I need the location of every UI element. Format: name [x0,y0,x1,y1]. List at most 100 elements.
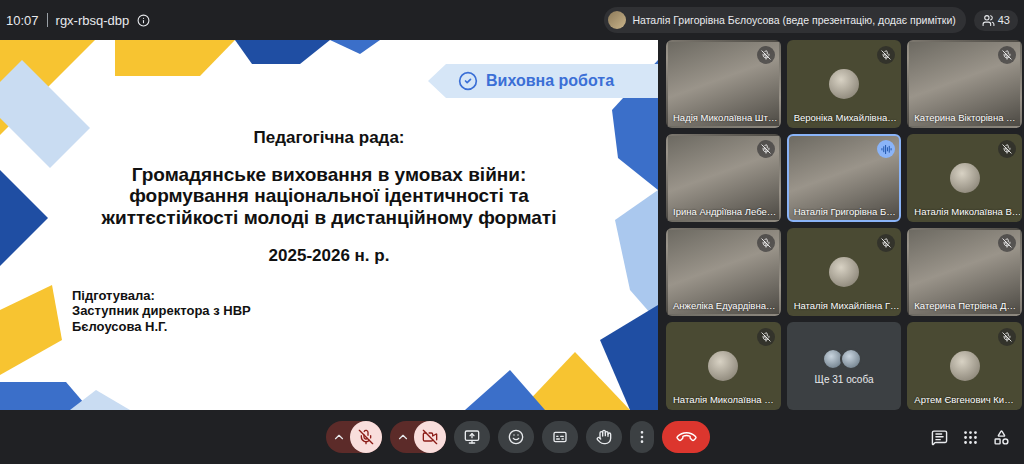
slide-heading: Педагогічна рада: [253,128,404,148]
muted-badge [877,46,895,64]
presentation-slide: Виховна робота Педагогічна рада: Громадянс… [0,40,658,410]
apps-grid-icon[interactable] [962,429,979,446]
participant-name: Наталія Миколаївна … [673,394,776,405]
bottom-bar [0,410,1024,464]
participant-tile[interactable]: Катерина Петрівна Д… [907,228,1022,316]
info-icon[interactable] [137,14,150,27]
participant-avatar [950,163,980,193]
slide-author: Підготувала:Заступник директора з НВРБєл… [0,288,658,335]
meet-window: 10:07 rgx-rbsq-dbp Наталія Григорівна Бєло… [0,0,1024,464]
muted-badge [998,46,1016,64]
mic-off-icon [1002,238,1012,248]
captions-button[interactable] [542,421,578,453]
mic-off-icon [761,238,771,248]
audio-level-icon [881,144,892,155]
participant-tile[interactable]: Ще 31 особа [787,322,902,410]
hang-up-icon [674,425,698,449]
participant-avatar [708,351,738,381]
slide-banner: Виховна робота [428,64,658,98]
side-tools [931,429,1016,446]
activities-icon[interactable] [993,429,1010,446]
muted-badge [877,234,895,252]
presenter-label: Наталія Григорівна Бєлоусова (веде презе… [632,14,955,26]
chat-icon[interactable] [931,429,948,446]
muted-badge [757,46,775,64]
slide-year: 2025-2026 н. р. [269,246,390,266]
participants-button[interactable]: 43 [974,10,1018,31]
mic-off-icon [358,429,374,445]
mic-off-icon [761,332,771,342]
mic-off-icon [1002,50,1012,60]
participant-name: Наталія Григорівна Б… [794,206,897,217]
present-screen-icon [464,429,480,445]
participant-name: Вероніка Михайлівна… [794,112,897,123]
muted-badge [998,140,1016,158]
muted-badge [757,234,775,252]
author-line: Заступник директора з НВР [72,303,658,319]
chevron-up-icon[interactable] [332,430,346,444]
more-button[interactable] [630,421,654,453]
mic-off-icon [1002,332,1012,342]
others-group: Ще 31 особа [815,348,874,385]
banner-row: Виховна робота [0,64,658,98]
mic-off-icon [761,144,771,154]
participants-count: 43 [998,14,1010,26]
end-call-button[interactable] [662,421,710,453]
participant-name: Наталія Михайлівна Г… [794,300,897,311]
slide-title: Громадянське виховання в умовах війни: ф… [89,164,569,228]
camera-button[interactable] [414,421,446,453]
clock: 10:07 [6,13,39,28]
participant-tile[interactable]: Артем Євгенович Ки… [907,322,1022,410]
muted-badge [998,328,1016,346]
reactions-button[interactable] [498,421,534,453]
mic-control [326,421,382,453]
presenter-avatar [608,11,626,29]
people-icon [982,14,995,27]
main-area: Виховна робота Педагогічна рада: Громадянс… [0,40,1024,410]
top-bar: 10:07 rgx-rbsq-dbp Наталія Григорівна Бєло… [0,0,1024,40]
participant-avatar [829,257,859,287]
more-vertical-icon [634,429,650,445]
mic-off-icon [1002,144,1012,154]
meeting-code: rgx-rbsq-dbp [56,13,130,28]
chevron-up-icon[interactable] [396,430,410,444]
captions-icon [552,429,568,445]
participant-name: Анжеліка Едуардівна… [673,300,776,311]
participant-tile[interactable]: Катерина Вікторівна … [907,40,1022,128]
participant-tile[interactable]: Вероніка Михайлівна… [787,40,902,128]
hand-icon [596,429,612,445]
author-line: Підготувала: [72,288,658,304]
mic-off-icon [881,238,891,248]
participant-tile[interactable]: Наталія Михайлівна Г… [787,228,902,316]
speaking-badge [877,140,895,158]
divider [47,13,48,27]
camera-off-icon [422,429,438,445]
participant-name: Катерина Вікторівна … [914,112,1017,123]
mic-button[interactable] [350,421,382,453]
participant-tile[interactable]: Наталія Григорівна Б… [787,134,902,222]
banner-text: Виховна робота [486,72,614,90]
participants-grid: Надія Миколаївна Шт… Вероніка Михайлівна…… [666,40,1022,410]
muted-badge [998,234,1016,252]
meeting-info: 10:07 rgx-rbsq-dbp [6,13,150,28]
participant-tile[interactable]: Наталія Миколаївна В… [907,134,1022,222]
participant-tile[interactable]: Наталія Миколаївна … [666,322,781,410]
mic-off-icon [881,50,891,60]
participant-name: Катерина Петрівна Д… [914,300,1017,311]
presenter-chip[interactable]: Наталія Григорівна Бєлоусова (веде презе… [604,7,965,33]
participant-name: Наталія Миколаївна В… [914,206,1017,217]
muted-badge [757,140,775,158]
raise-hand-button[interactable] [586,421,622,453]
participant-avatar [829,69,859,99]
top-right: Наталія Григорівна Бєлоусова (веде презе… [604,7,1018,33]
participant-tile[interactable]: Ірина Андріївна Лебе… [666,134,781,222]
participant-tile[interactable]: Надія Миколаївна Шт… [666,40,781,128]
check-circle-icon [458,71,478,91]
call-controls [326,421,710,453]
participant-name: Артем Євгенович Ки… [914,394,1017,405]
smile-icon [508,429,524,445]
others-label: Ще 31 особа [815,374,874,385]
present-button[interactable] [454,421,490,453]
others-avatars [826,348,862,370]
participant-tile[interactable]: Анжеліка Едуардівна… [666,228,781,316]
